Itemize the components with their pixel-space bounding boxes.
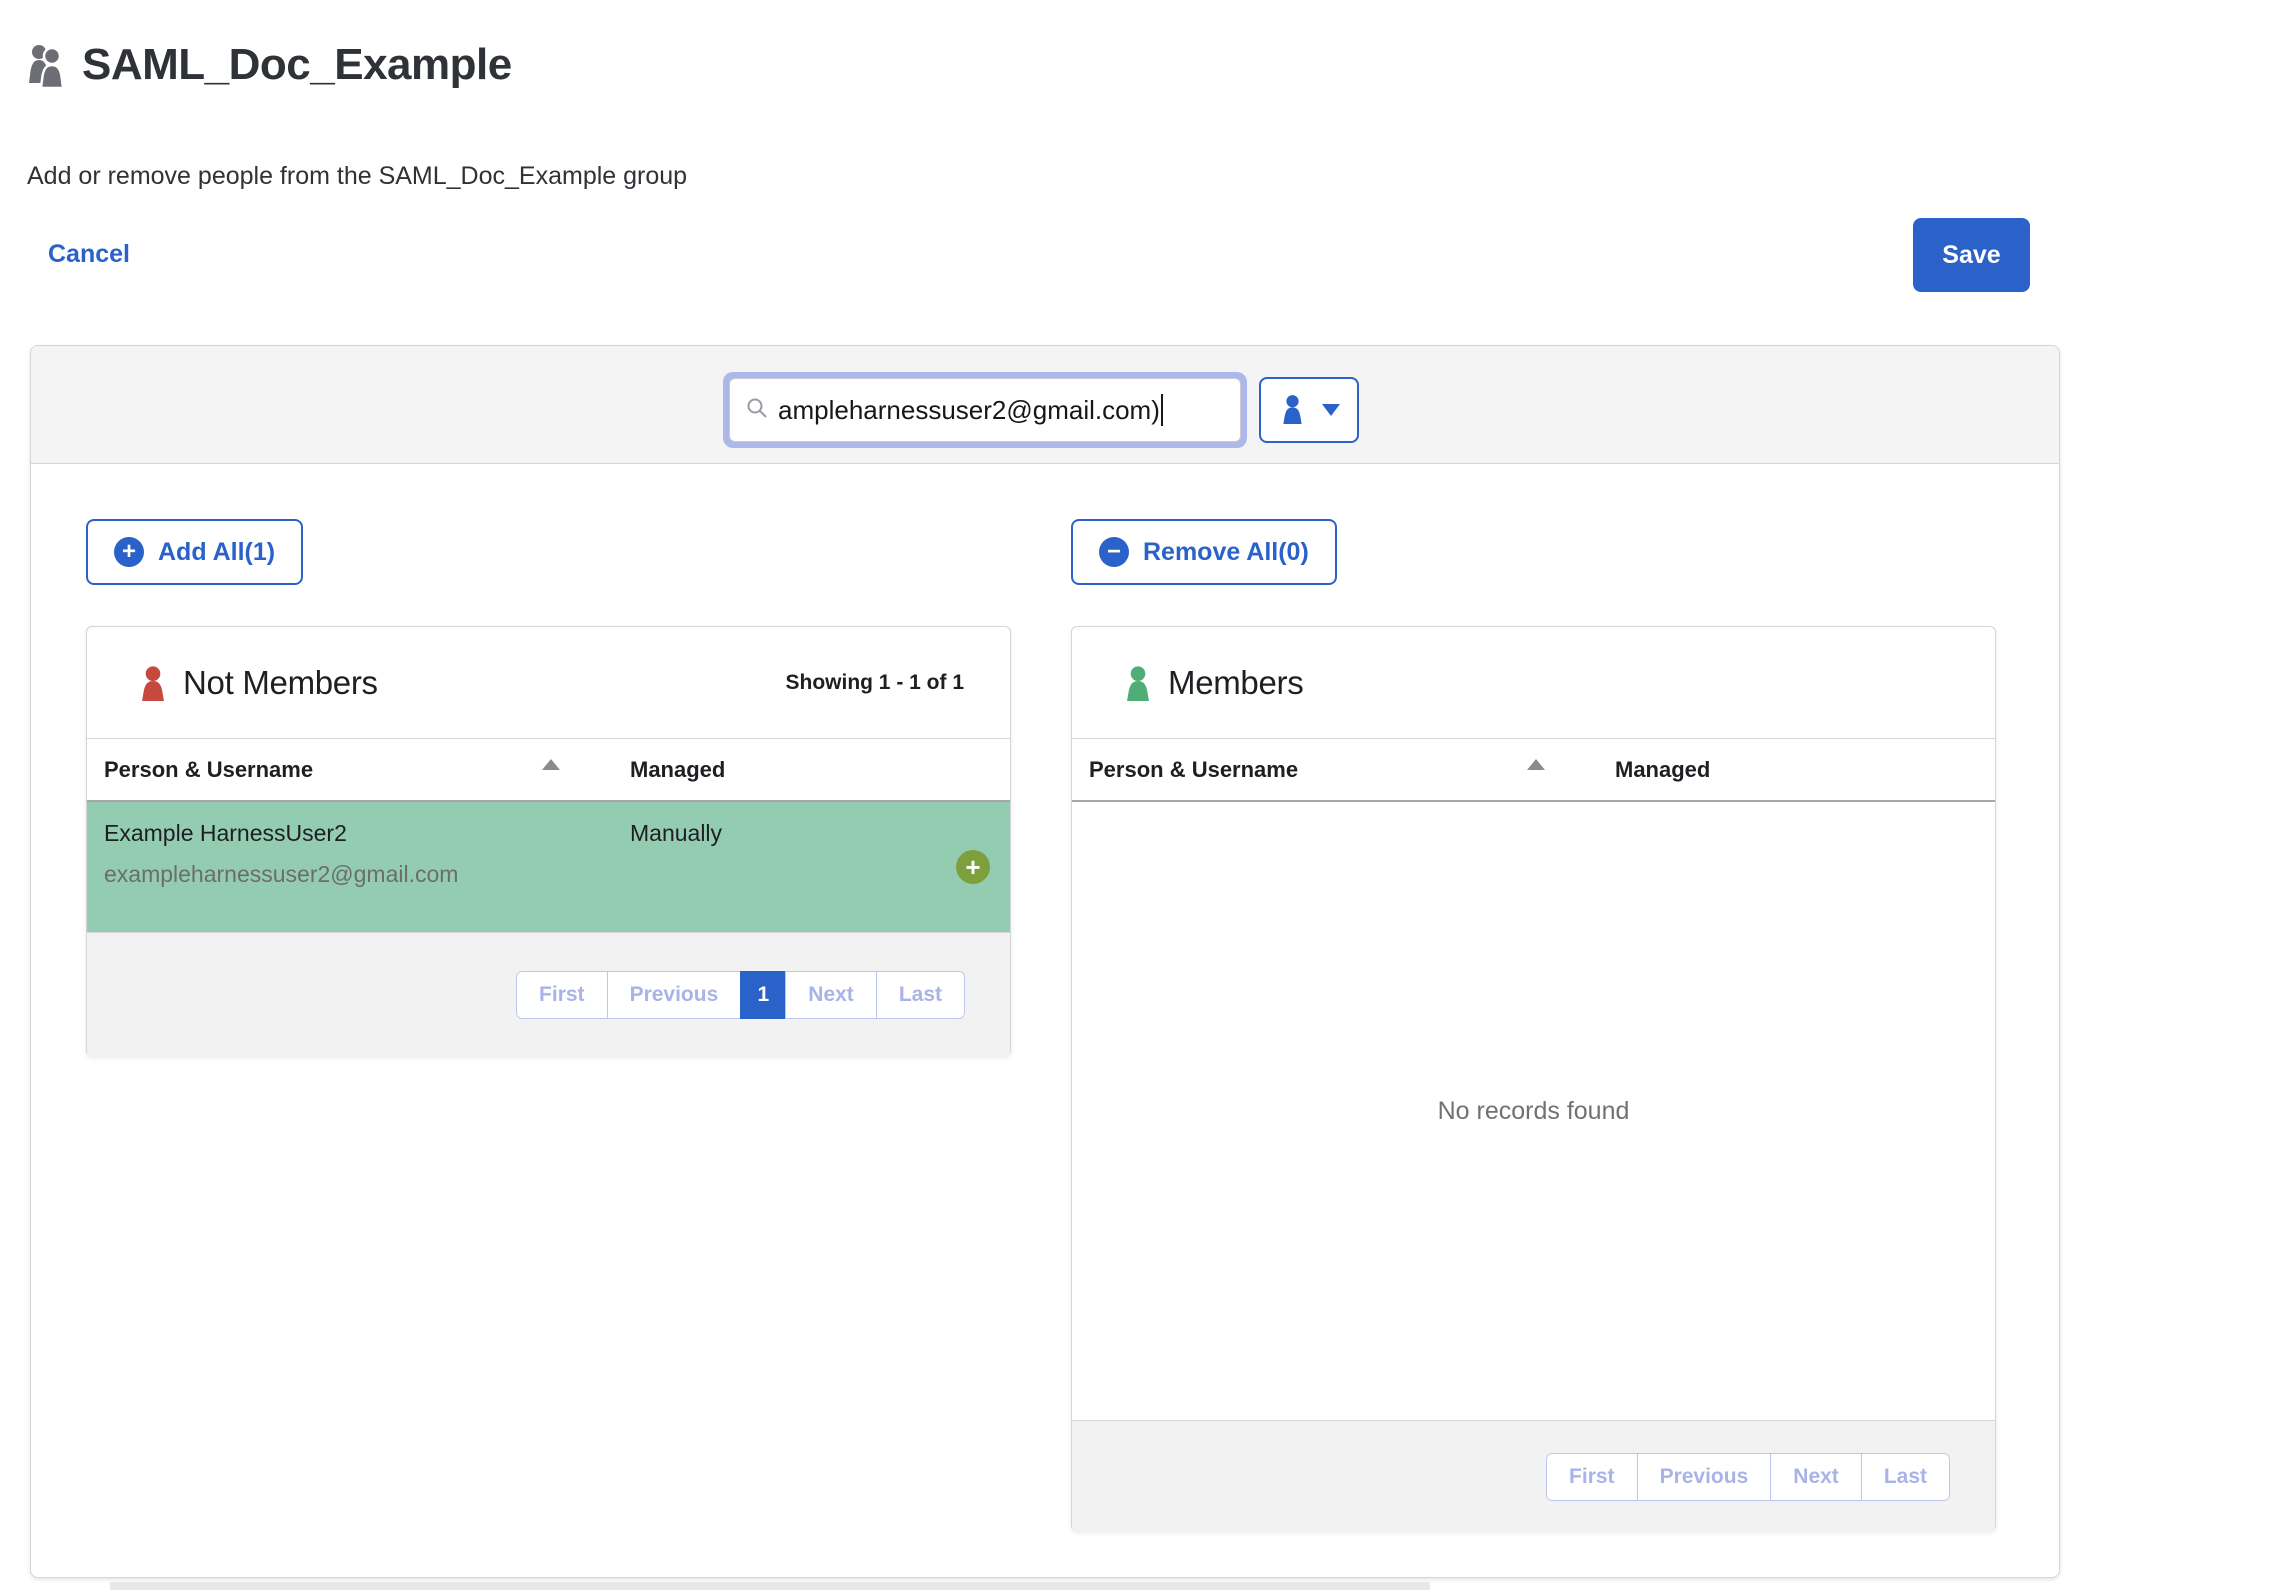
group-membership-page: SAML_Doc_Example Add or remove people fr… (0, 0, 2289, 1590)
search-input-value: ampleharnessuser2@gmail.com) (778, 395, 1160, 426)
people-filter-dropdown[interactable] (1259, 377, 1359, 443)
search-toolbar: ampleharnessuser2@gmail.com) (31, 346, 2059, 464)
add-all-label: Add All(1) (158, 538, 275, 567)
sort-asc-icon (542, 759, 560, 770)
minus-circle-icon: − (1099, 537, 1129, 567)
showing-count: Showing 1 - 1 of 1 (785, 671, 964, 695)
not-members-footer: First Previous 1 Next Last (87, 932, 1010, 1057)
search-focus-ring: ampleharnessuser2@gmail.com) (723, 372, 1247, 448)
save-button[interactable]: Save (1913, 218, 2030, 292)
add-all-button[interactable]: + Add All(1) (86, 519, 303, 585)
person-icon-green (1122, 665, 1154, 701)
page-title: SAML_Doc_Example (82, 40, 512, 90)
page-title-row: SAML_Doc_Example (26, 40, 512, 90)
pagination-previous-button[interactable]: Previous (1637, 1453, 1772, 1501)
row-managed-cell: Manually (630, 802, 722, 932)
person-icon-red (137, 665, 169, 701)
table-row[interactable]: Example HarnessUser2 exampleharnessuser2… (87, 802, 1010, 932)
not-members-header: Not Members Showing 1 - 1 of 1 (87, 627, 1010, 739)
row-person-name: Example HarnessUser2 (104, 820, 630, 847)
pagination-previous-button[interactable]: Previous (607, 971, 742, 1019)
column-header-managed[interactable]: Managed (630, 757, 725, 783)
members-card: Members Person & Username Managed No rec… (1071, 626, 1996, 1531)
column-header-managed[interactable]: Managed (1615, 757, 1710, 783)
cancel-link[interactable]: Cancel (48, 240, 130, 269)
column-header-person[interactable]: Person & Username (1072, 757, 1615, 783)
not-members-table-header: Person & Username Managed (87, 739, 1010, 802)
pagination-first-button[interactable]: First (516, 971, 608, 1019)
members-table-header: Person & Username Managed (1072, 739, 1995, 802)
not-members-pagination: First Previous 1 Next Last (516, 971, 965, 1019)
row-person-username: exampleharnessuser2@gmail.com (104, 861, 630, 888)
group-icon (26, 41, 68, 89)
search-input[interactable]: ampleharnessuser2@gmail.com) (729, 378, 1241, 442)
remove-all-label: Remove All(0) (1143, 538, 1309, 567)
column-header-person[interactable]: Person & Username (87, 757, 630, 783)
page-subtitle: Add or remove people from the SAML_Doc_E… (27, 162, 687, 191)
members-header: Members (1072, 627, 1995, 739)
pagination-next-button[interactable]: Next (1770, 1453, 1862, 1501)
pagination-next-button[interactable]: Next (785, 971, 877, 1019)
pagination-page-1-button[interactable]: 1 (740, 971, 786, 1019)
page-bottom-divider (110, 1582, 1430, 1590)
chevron-down-icon (1322, 404, 1340, 416)
empty-state-message: No records found (1072, 802, 1995, 1420)
row-person-cell: Example HarnessUser2 exampleharnessuser2… (87, 802, 630, 932)
members-title: Members (1168, 664, 1303, 702)
members-pagination: First Previous Next Last (1546, 1453, 1950, 1501)
pagination-first-button[interactable]: First (1546, 1453, 1638, 1501)
not-members-card: Not Members Showing 1 - 1 of 1 Person & … (86, 626, 1011, 1056)
person-icon (1279, 394, 1306, 427)
membership-panel: ampleharnessuser2@gmail.com) + Add All(1… (30, 345, 2060, 1578)
sort-asc-icon (1527, 759, 1545, 770)
members-footer: First Previous Next Last (1072, 1420, 1995, 1532)
add-plus-icon[interactable]: + (956, 850, 990, 884)
plus-circle-icon: + (114, 537, 144, 567)
not-members-title: Not Members (183, 664, 378, 702)
remove-all-button[interactable]: − Remove All(0) (1071, 519, 1337, 585)
search-icon (746, 397, 768, 424)
pagination-last-button[interactable]: Last (1861, 1453, 1950, 1501)
pagination-last-button[interactable]: Last (876, 971, 965, 1019)
text-caret (1161, 394, 1163, 426)
